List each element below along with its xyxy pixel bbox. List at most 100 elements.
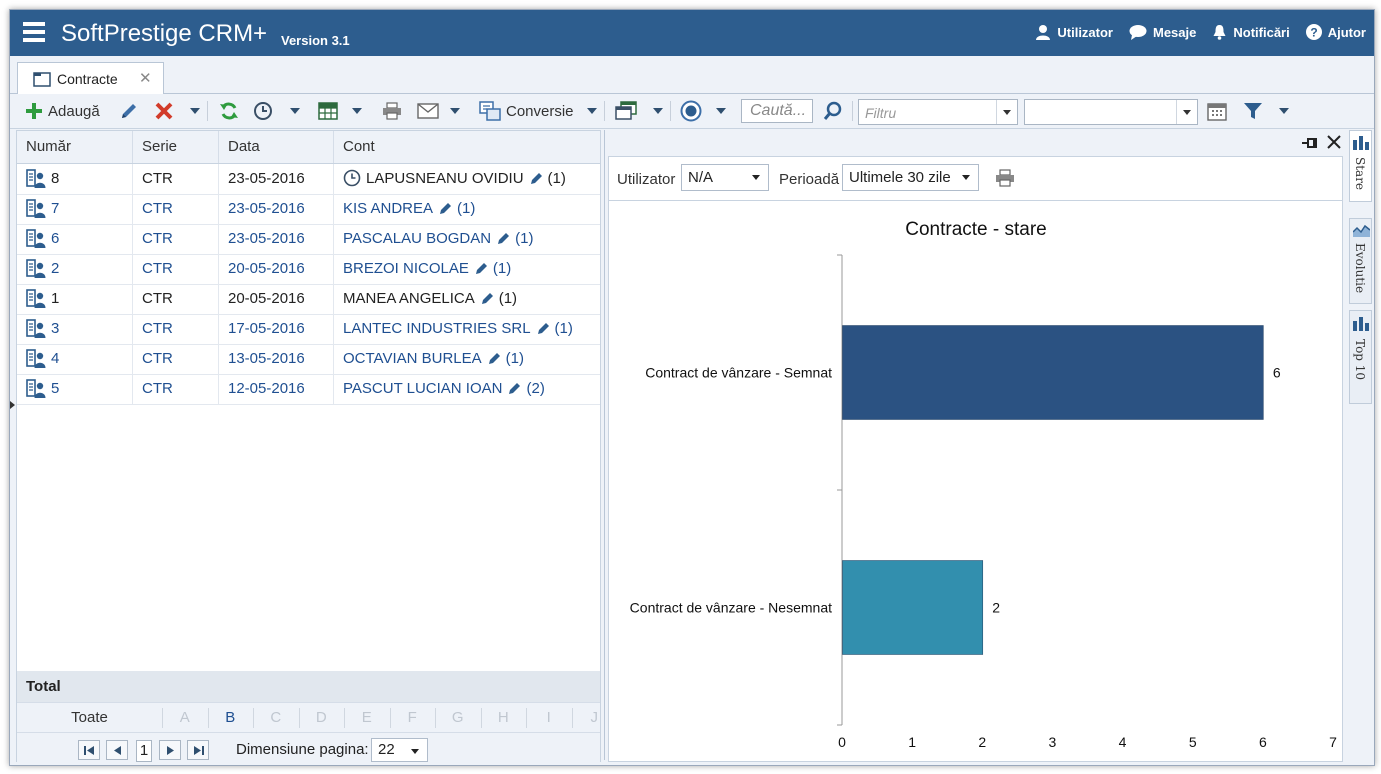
first-page-button[interactable] (78, 740, 100, 760)
target-dropdown[interactable] (716, 94, 726, 128)
table-row[interactable]: 3 CTR 17-05-2016 LANTEC INDUSTRIES SRL (1) (17, 314, 600, 345)
edit-pencil-icon[interactable] (508, 381, 522, 395)
next-page-button[interactable] (159, 740, 181, 760)
conversion-dropdown[interactable] (587, 94, 597, 128)
collapse-handle-icon[interactable] (10, 400, 15, 410)
row-number-cell[interactable]: 6 (17, 224, 133, 254)
table-row[interactable]: 6 CTR 23-05-2016 PASCALAU BOGDAN (1) (17, 224, 600, 255)
table-row[interactable]: 2 CTR 20-05-2016 BREZOI NICOLAE (1) (17, 254, 600, 285)
edit-pencil-icon[interactable] (439, 201, 453, 215)
column-header-series[interactable]: Serie (133, 131, 219, 163)
help-icon: ? (1305, 24, 1322, 40)
edit-pencil-icon[interactable] (481, 291, 495, 305)
row-account-cell[interactable]: OCTAVIAN BURLEA (1) (334, 344, 600, 374)
chart-value-label: 6 (1273, 365, 1281, 381)
refresh-button[interactable] (219, 94, 239, 128)
table-row[interactable]: 1 CTR 20-05-2016 MANEA ANGELICA (1) (17, 284, 600, 315)
row-number: 5 (51, 380, 60, 397)
table-row[interactable]: 4 CTR 13-05-2016 OCTAVIAN BURLEA (1) (17, 344, 600, 375)
row-account-cell[interactable]: KIS ANDREA (1) (334, 194, 600, 224)
current-page-number[interactable]: 1 (136, 740, 152, 762)
pin-icon[interactable] (1301, 137, 1317, 149)
delete-menu-dropdown[interactable] (190, 94, 200, 128)
last-page-button[interactable] (187, 740, 209, 760)
email-button[interactable] (417, 94, 439, 128)
column-header-number[interactable]: Număr (17, 131, 133, 163)
filter-button[interactable] (1243, 94, 1263, 128)
side-tab-stare[interactable]: Stare (1349, 130, 1372, 202)
edit-pencil-icon[interactable] (537, 321, 551, 335)
window-layout-button[interactable] (615, 94, 637, 128)
page-size-select[interactable]: 22 (371, 738, 428, 762)
column-header-account[interactable]: Cont (334, 131, 600, 163)
row-account-cell[interactable]: LANTEC INDUSTRIES SRL (1) (334, 314, 600, 344)
filter-value-combo[interactable] (1024, 99, 1198, 125)
conversion-button[interactable]: Conversie (479, 94, 574, 128)
notifications-link[interactable]: Notificări (1212, 24, 1290, 40)
print-button[interactable] (382, 94, 402, 128)
column-header-date[interactable]: Data (219, 131, 334, 163)
row-number-cell[interactable]: 4 (17, 344, 133, 374)
edit-pencil-icon[interactable] (497, 231, 511, 245)
alpha-filter-letter[interactable]: G (435, 703, 481, 733)
history-button[interactable] (253, 94, 273, 128)
alpha-filter-all[interactable]: Toate (47, 703, 132, 733)
table-row[interactable]: 8 CTR 23-05-2016 LAPUSNEANU OVIDIU (1) (17, 164, 600, 195)
close-panel-icon[interactable] (1327, 135, 1341, 149)
chevron-down-icon[interactable] (996, 100, 1017, 124)
bar-chart-icon (1353, 136, 1369, 150)
chart-print-icon[interactable] (995, 169, 1015, 187)
alpha-filter-letter[interactable]: B (208, 703, 254, 733)
edit-button[interactable] (119, 94, 139, 128)
layout-dropdown[interactable] (653, 94, 663, 128)
row-account-cell[interactable]: BREZOI NICOLAE (1) (334, 254, 600, 284)
row-number-cell[interactable]: 2 (17, 254, 133, 284)
chart-panel: Utilizator N/A Perioadă Ultimele 30 zile… (604, 130, 1348, 762)
row-number-cell[interactable]: 7 (17, 194, 133, 224)
alpha-filter-letter[interactable]: H (481, 703, 527, 733)
chevron-down-icon[interactable] (1176, 100, 1197, 124)
delete-button[interactable] (155, 94, 173, 128)
target-button[interactable] (680, 94, 702, 128)
side-tab-evolutie[interactable]: Evolutie (1349, 218, 1372, 304)
filter-combo[interactable]: Filtru (858, 99, 1018, 125)
table-row[interactable]: 7 CTR 23-05-2016 KIS ANDREA (1) (17, 194, 600, 225)
edit-pencil-icon[interactable] (530, 171, 544, 185)
row-number-cell[interactable]: 3 (17, 314, 133, 344)
export-dropdown[interactable] (352, 94, 362, 128)
email-dropdown[interactable] (450, 94, 460, 128)
user-link[interactable]: Utilizator (1035, 24, 1113, 40)
add-button[interactable]: Adaugă (25, 94, 100, 128)
row-account-cell[interactable]: PASCALAU BOGDAN (1) (334, 224, 600, 254)
alpha-filter-letter[interactable]: D (299, 703, 345, 733)
search-button[interactable] (823, 94, 843, 128)
row-account-cell[interactable]: MANEA ANGELICA (1) (334, 284, 600, 314)
filter-dropdown[interactable] (1279, 94, 1289, 128)
menu-icon[interactable] (23, 22, 45, 42)
chart-user-select[interactable]: N/A (681, 164, 769, 191)
table-row[interactable]: 5 CTR 12-05-2016 PASCUT LUCIAN IOAN (2) (17, 374, 600, 405)
alpha-filter-letter[interactable]: A (162, 703, 208, 733)
tab-close-icon[interactable]: ✕ (139, 69, 152, 87)
messages-link[interactable]: Mesaje (1129, 24, 1196, 40)
row-account-cell[interactable]: LAPUSNEANU OVIDIU (1) (334, 164, 600, 194)
previous-page-button[interactable] (106, 740, 128, 760)
edit-pencil-icon[interactable] (475, 261, 489, 275)
calendar-button[interactable] (1207, 94, 1227, 128)
search-input[interactable]: Caută... (741, 99, 813, 123)
tab-contracte[interactable]: Contracte ✕ (17, 62, 164, 94)
row-number-cell[interactable]: 1 (17, 284, 133, 314)
export-table-button[interactable] (318, 94, 338, 128)
row-number-cell[interactable]: 8 (17, 164, 133, 194)
alpha-filter-letter[interactable]: E (344, 703, 390, 733)
row-number-cell[interactable]: 5 (17, 374, 133, 404)
alpha-filter-letter[interactable]: I (526, 703, 572, 733)
side-tab-top10[interactable]: Top 10 (1349, 310, 1372, 404)
edit-pencil-icon[interactable] (488, 351, 502, 365)
help-link[interactable]: ? Ajutor (1305, 24, 1366, 40)
chart-period-select[interactable]: Ultimele 30 zile (842, 164, 979, 191)
alpha-filter-letter[interactable]: C (253, 703, 299, 733)
row-account-cell[interactable]: PASCUT LUCIAN IOAN (2) (334, 374, 600, 404)
history-dropdown[interactable] (290, 94, 300, 128)
alpha-filter-letter[interactable]: F (390, 703, 436, 733)
